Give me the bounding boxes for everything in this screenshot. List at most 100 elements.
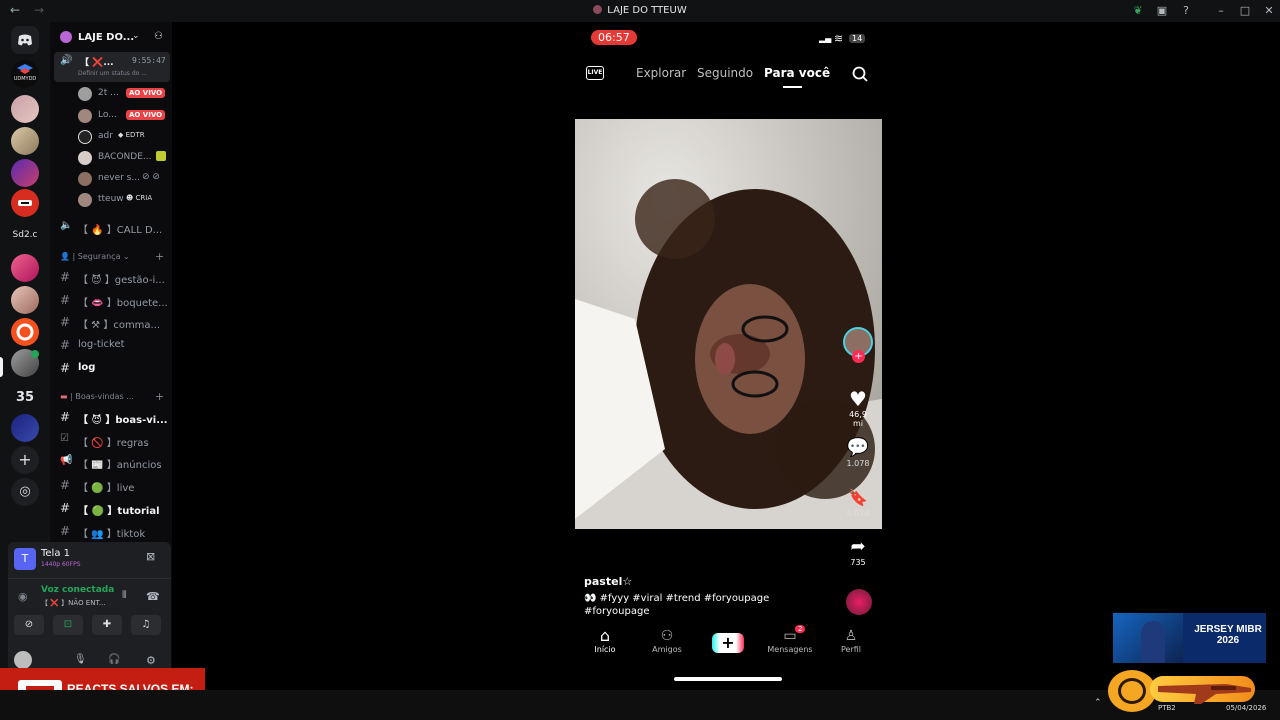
bookmark-icon: 🔖 bbox=[848, 488, 868, 507]
title-bar: ← → LAJE DO TTEUW ❦ ▣ ? – □ ✕ bbox=[0, 0, 1280, 22]
settings-gear-icon[interactable]: ⚙ bbox=[146, 654, 156, 667]
server-avatar-icon[interactable] bbox=[11, 127, 39, 155]
divider bbox=[8, 578, 171, 579]
server-avatar-icon[interactable] bbox=[11, 189, 39, 217]
add-channel-icon[interactable]: + bbox=[155, 250, 164, 263]
help-icon[interactable]: ? bbox=[1179, 4, 1193, 18]
nav-messages[interactable]: ▭ Mensagens 2 bbox=[765, 625, 815, 654]
search-icon[interactable] bbox=[852, 66, 868, 82]
disconnect-icon[interactable]: ☎ bbox=[146, 590, 160, 603]
voice-user[interactable]: Lo... AO VIVO bbox=[78, 106, 172, 126]
tab-following[interactable]: Seguindo bbox=[697, 66, 753, 80]
server-35-icon[interactable]: 35 bbox=[11, 384, 39, 412]
leaf-icon[interactable]: ❦ bbox=[1131, 4, 1145, 18]
ad-player-figure bbox=[1141, 621, 1165, 663]
live-icon[interactable]: LIVE bbox=[586, 66, 604, 80]
role-tag-text: CRIA bbox=[135, 194, 153, 202]
nav-friends[interactable]: ⚇ Amigos bbox=[642, 627, 692, 654]
chevron-down-icon[interactable]: ⌄ bbox=[132, 31, 140, 41]
video-frame[interactable] bbox=[575, 119, 882, 529]
hash-icon: # bbox=[60, 524, 71, 538]
headphones-icon[interactable]: 🎧 bbox=[108, 654, 120, 665]
create-post-button[interactable]: + bbox=[712, 633, 744, 653]
tab-for-you[interactable]: Para você bbox=[764, 66, 830, 80]
channel-item[interactable]: # 【 🟢 】tutorial bbox=[50, 498, 172, 518]
person-icon: 👤 bbox=[60, 252, 70, 261]
channel-item-log[interactable]: # log bbox=[50, 358, 172, 378]
soundboard-icon[interactable]: ⦀ bbox=[122, 590, 126, 601]
voice-user[interactable]: tteuw ☻ CRIA bbox=[78, 190, 172, 210]
channel-item[interactable]: 📢 【 📰 】anúncios bbox=[50, 452, 172, 472]
voice-user[interactable]: BACONDE... bbox=[78, 148, 172, 168]
channel-item[interactable]: # 【 👥 】tiktok bbox=[50, 521, 172, 541]
window-title: LAJE DO TTEUW bbox=[0, 5, 1280, 16]
activities-button[interactable]: ✚ bbox=[92, 615, 122, 635]
voice-channel-call[interactable]: 🔈 【 🔥 】CALL D... bbox=[50, 217, 172, 237]
camera-off-button[interactable]: ⊘ bbox=[14, 615, 44, 635]
voice-user[interactable]: adr ◆ EDTR bbox=[78, 127, 172, 147]
discord-home-icon[interactable] bbox=[11, 26, 39, 54]
minimize-icon[interactable]: – bbox=[1214, 4, 1228, 18]
rules-icon: ☑ bbox=[60, 433, 69, 444]
save-button[interactable]: 🔖 4.074 bbox=[843, 487, 873, 518]
voice-user[interactable]: 2t ... AO VIVO bbox=[78, 84, 172, 104]
stop-stream-icon[interactable]: ⊠ bbox=[146, 550, 155, 563]
invite-user-icon[interactable]: ⚇ bbox=[154, 31, 163, 42]
maximize-icon[interactable]: □ bbox=[1238, 4, 1252, 18]
signal-icon: ▂▄ bbox=[819, 34, 832, 43]
like-count: 46,9 mi bbox=[849, 410, 867, 428]
server-sd2-label[interactable]: Sd2.c bbox=[6, 230, 44, 240]
channel-item[interactable]: # 【 👄 】boquete... bbox=[50, 290, 172, 310]
category-welcome[interactable]: ▬ | Boas-vindas ... bbox=[60, 392, 134, 401]
author-name[interactable]: pastel☆ bbox=[584, 575, 632, 588]
video-caption[interactable]: 👀 #fyyy #viral #trend #foryoupage #foryo… bbox=[584, 592, 804, 618]
category-security[interactable]: 👤 | Segurança ⌄ bbox=[60, 252, 130, 261]
server-avatar-icon[interactable] bbox=[11, 159, 39, 187]
voice-status-card[interactable]: 🔊 【 ❌... 9:55:47 Definir um status do ..… bbox=[54, 52, 170, 82]
inbox-icon[interactable]: ▣ bbox=[1155, 4, 1169, 18]
profile-icon: ♙ bbox=[844, 628, 858, 644]
channel-label: 【 🟢 】tutorial bbox=[78, 506, 160, 517]
server-avatar-icon[interactable] bbox=[11, 95, 39, 123]
microphone-icon[interactable]: 🎙 bbox=[74, 654, 87, 665]
close-icon[interactable]: ✕ bbox=[1262, 4, 1276, 18]
add-server-icon[interactable]: + bbox=[11, 446, 39, 474]
creator-avatar-button[interactable]: + bbox=[843, 327, 873, 363]
tab-explore[interactable]: Explorar bbox=[636, 66, 686, 80]
share-count: 735 bbox=[850, 558, 866, 567]
comment-button[interactable]: 💬 1.078 bbox=[843, 437, 873, 468]
video-content-image bbox=[575, 119, 882, 529]
channel-item[interactable]: # 【 🟢 】live bbox=[50, 475, 172, 495]
avatar[interactable] bbox=[14, 651, 32, 669]
save-count: 4.074 bbox=[846, 509, 870, 518]
nav-profile[interactable]: ♙ Perfil bbox=[826, 627, 876, 654]
nav-home[interactable]: ⌂ Início bbox=[580, 627, 630, 655]
guild-header[interactable]: LAJE DO... ⌄ ⚇ bbox=[50, 22, 172, 54]
rifle-skin-icon bbox=[1158, 684, 1251, 704]
add-channel-icon[interactable]: + bbox=[155, 390, 164, 403]
server-udmydd-icon[interactable] bbox=[11, 60, 39, 88]
share-button[interactable]: ➦ 735 bbox=[843, 536, 873, 567]
voice-connected-label[interactable]: Voz conectada bbox=[41, 585, 114, 595]
hash-icon: # bbox=[60, 501, 71, 515]
channel-item[interactable]: # log-ticket bbox=[50, 335, 172, 355]
soundboard-button[interactable]: ♫ bbox=[131, 615, 161, 635]
server-avatar-icon[interactable] bbox=[11, 414, 39, 442]
channel-item[interactable]: # 【 😈 】gestão-i... bbox=[50, 267, 172, 287]
server-avatar-icon[interactable] bbox=[11, 254, 39, 282]
voice-user[interactable]: never s... ⊘ ⊘ bbox=[78, 169, 172, 189]
tray-chevron-icon[interactable]: ⌃ bbox=[1094, 698, 1102, 708]
explore-icon[interactable]: ◎ bbox=[11, 478, 39, 506]
voice-user-name: BACONDE... bbox=[98, 152, 152, 162]
voice-channel-name[interactable]: 【 ❌ 】NÃO ENT... bbox=[41, 598, 106, 608]
channel-item[interactable]: ☑ 【 🚫 】regras bbox=[50, 430, 172, 450]
channel-item[interactable]: # 【 ⚒ 】comma... bbox=[50, 312, 172, 332]
follow-plus-icon[interactable]: + bbox=[852, 350, 865, 363]
channel-item[interactable]: # 【 😈 】boas-vi... bbox=[50, 407, 172, 427]
server-avatar-icon[interactable] bbox=[11, 286, 39, 314]
like-button[interactable]: ♥ 46,9 mi bbox=[843, 388, 873, 428]
music-disc-icon[interactable] bbox=[846, 589, 872, 615]
voice-user-name: Lo... bbox=[98, 110, 117, 120]
server-avatar-icon[interactable] bbox=[11, 318, 39, 346]
share-screen-button[interactable]: ⊡ bbox=[53, 615, 83, 635]
